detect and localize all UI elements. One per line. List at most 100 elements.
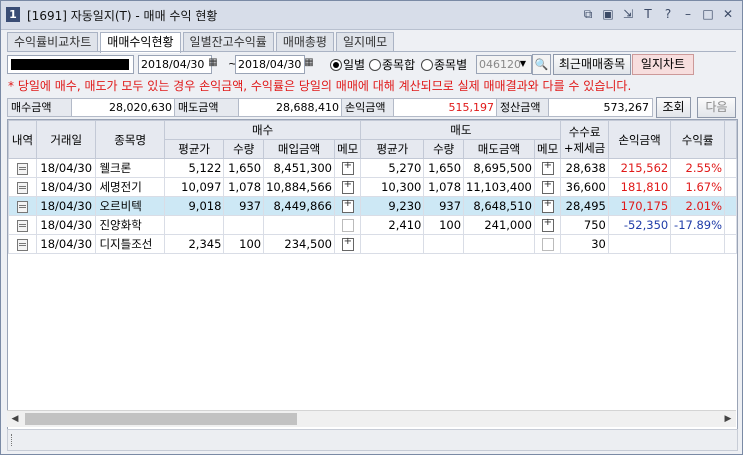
arrow-icon[interactable]: ⇲ (620, 6, 636, 22)
memo-icon[interactable] (541, 179, 554, 194)
col-sell-avg[interactable]: 평균가 (360, 139, 425, 159)
font-icon[interactable]: T (640, 6, 656, 22)
summary-bar: 매수금액 28,020,630 매도금액 28,688,410 손익금액 515… (7, 97, 736, 118)
memo-icon[interactable] (541, 238, 554, 251)
resize-grip-icon[interactable] (11, 434, 14, 446)
memo-icon[interactable] (541, 217, 554, 232)
memo-icon[interactable] (541, 160, 554, 175)
detail-icon[interactable] (16, 200, 28, 213)
horizontal-scrollbar[interactable]: ◀ ▶ (7, 410, 736, 427)
col-date[interactable]: 거래일 (35, 120, 97, 159)
detail-icon[interactable] (16, 238, 28, 251)
scroll-left-icon[interactable]: ◀ (7, 411, 23, 427)
col-buy-memo[interactable]: 메모 (333, 139, 362, 159)
col-buy-qty[interactable]: 수량 (223, 139, 265, 159)
date-from-input[interactable]: 2018/04/30 (138, 55, 212, 74)
table-row[interactable]: 18/04/30웰크론5,1221,6508,451,3005,2701,650… (8, 158, 737, 178)
tab-trade-profit-status[interactable]: 매매수익현황 (100, 32, 181, 53)
cell-sell-memo[interactable] (533, 158, 562, 178)
scroll-right-icon[interactable]: ▶ (720, 411, 736, 427)
radio-daily[interactable]: 일별 (330, 56, 365, 73)
chevron-down-icon[interactable]: ▼ (517, 56, 529, 72)
memo-icon[interactable] (541, 198, 554, 213)
radio-per-stock[interactable]: 종목별 (421, 56, 467, 73)
tab-trade-review[interactable]: 매매총평 (275, 32, 334, 52)
title-bar: 1 [1691] 자동일지(T) - 매매 수익 현황 ⧉ ▣ ⇲ T ? – … (1, 1, 742, 30)
col-sell-memo[interactable]: 메모 (533, 139, 562, 159)
col-buy-amount[interactable]: 매입금액 (263, 139, 335, 159)
cell-detail[interactable] (8, 234, 37, 254)
radio-stock-sum[interactable]: 종목합 (369, 56, 415, 73)
col-fee[interactable]: 수수료 +제세금 (560, 120, 609, 159)
tab-journal-memo[interactable]: 일지메모 (335, 32, 395, 52)
detail-icon[interactable] (16, 181, 28, 194)
col-buy-avg[interactable]: 평균가 (163, 139, 225, 159)
tab-return-compare-chart[interactable]: 수익률비교차트 (7, 32, 99, 52)
cell-sell-qty: 100 (423, 215, 465, 235)
cell-buy-memo[interactable] (333, 234, 362, 254)
help-icon[interactable]: ? (660, 6, 676, 22)
col-pl[interactable]: 손익금액 (607, 120, 672, 159)
cell-spacer (724, 196, 737, 216)
radio-stock-sum-dot[interactable] (369, 58, 381, 71)
detail-icon[interactable] (16, 219, 28, 232)
memo-icon[interactable] (341, 160, 354, 175)
search-icon[interactable]: 🔍 (532, 54, 551, 75)
cell-sell-memo[interactable] (533, 234, 562, 254)
col-name[interactable]: 종목명 (95, 120, 165, 159)
calendar-icon[interactable]: ▦ (303, 57, 315, 69)
query-button[interactable]: 조회 (656, 97, 691, 118)
cell-sell-memo[interactable] (533, 215, 562, 235)
cell-buy-memo[interactable] (333, 158, 362, 178)
cell-buy-amount (263, 215, 335, 235)
table-row[interactable]: 18/04/30세명전기10,0971,07810,884,56610,3001… (8, 177, 737, 197)
col-detail[interactable]: 내역 (8, 120, 37, 159)
cell-date: 18/04/30 (35, 158, 97, 178)
cell-detail[interactable] (8, 215, 37, 235)
col-rate[interactable]: 수익률 (670, 120, 726, 159)
cell-sell-avg (360, 234, 425, 254)
tab-daily-balance-return[interactable]: 일별잔고수익률 (182, 32, 274, 52)
cell-name: 오르비텍 (95, 196, 165, 216)
app-window: 1 [1691] 자동일지(T) - 매매 수익 현황 ⧉ ▣ ⇲ T ? – … (0, 0, 743, 455)
date-to-input[interactable]: 2018/04/30 (235, 55, 305, 74)
col-sell-qty[interactable]: 수량 (423, 139, 465, 159)
cell-pl: 181,810 (607, 177, 672, 197)
detail-icon[interactable] (16, 162, 28, 175)
memo-icon[interactable] (341, 179, 354, 194)
cell-fee: 36,600 (560, 177, 609, 197)
journal-chart-button[interactable]: 일지차트 (632, 54, 694, 75)
account-field[interactable] (7, 55, 134, 74)
cell-buy-amount: 8,451,300 (263, 158, 335, 178)
next-button[interactable]: 다음 (697, 97, 736, 118)
window-restore-icon[interactable]: ⧉ (580, 6, 596, 22)
scroll-thumb[interactable] (25, 413, 297, 425)
table-row[interactable]: 18/04/30디지틀조선2,345100234,500 30 (8, 234, 737, 254)
cell-sell-memo[interactable] (533, 196, 562, 216)
table-row[interactable]: 18/04/30오르비텍9,0189378,449,8669,2309378,6… (8, 196, 737, 216)
maximize-icon[interactable]: □ (700, 6, 716, 22)
table-row[interactable]: 18/04/30진양화학 2,410100241,000 750-52,350-17… (8, 215, 737, 235)
close-icon[interactable]: ✕ (720, 6, 736, 22)
window-split-icon[interactable]: ▣ (600, 6, 616, 22)
cell-buy-memo[interactable] (333, 177, 362, 197)
memo-icon[interactable] (341, 236, 354, 251)
cell-buy-memo[interactable] (333, 215, 362, 235)
calendar-icon[interactable]: ▦ (207, 57, 219, 69)
radio-per-stock-dot[interactable] (421, 58, 433, 71)
cell-detail[interactable] (8, 196, 37, 216)
memo-icon[interactable] (341, 198, 354, 213)
cell-date: 18/04/30 (35, 215, 97, 235)
radio-daily-dot[interactable] (330, 58, 342, 71)
memo-icon[interactable] (341, 219, 354, 232)
cell-detail[interactable] (8, 158, 37, 178)
col-sell-amount[interactable]: 매도금액 (463, 139, 535, 159)
cell-sell-memo[interactable] (533, 177, 562, 197)
recent-trades-button[interactable]: 최근매매종목 (553, 54, 631, 75)
cell-sell-amount: 11,103,400 (463, 177, 535, 197)
cell-detail[interactable] (8, 177, 37, 197)
pl-amount-label: 손익금액 (341, 98, 394, 117)
minimize-icon[interactable]: – (680, 6, 696, 22)
cell-date: 18/04/30 (35, 177, 97, 197)
cell-buy-memo[interactable] (333, 196, 362, 216)
